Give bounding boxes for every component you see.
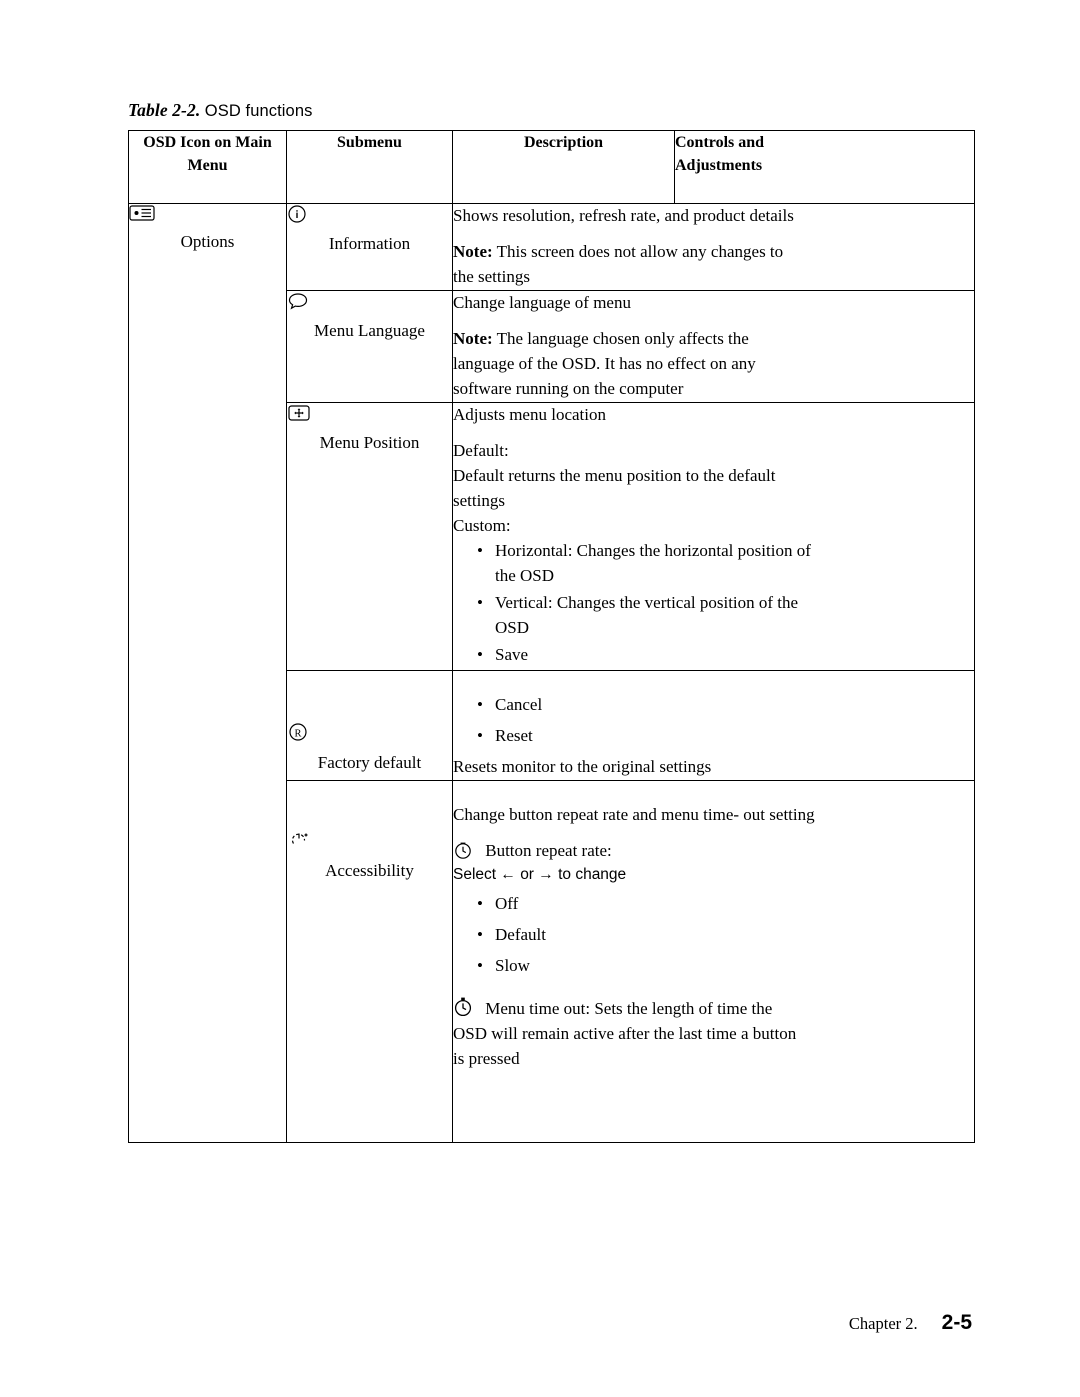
info-note-line1: Note: This screen does not allow any cha… xyxy=(453,240,974,265)
acc-timeout-line3: is pressed xyxy=(453,1049,520,1069)
submenu-accessibility-cell: Accessibility xyxy=(286,779,453,1144)
table-caption-text: OSD functions xyxy=(204,102,313,120)
acc-timeout-line1: Menu time out: Sets the length of time t… xyxy=(485,999,773,1019)
lang-note-rest: The language chosen only affects the xyxy=(492,328,749,348)
table-caption: Table 2-2. OSD functions xyxy=(128,100,312,121)
header-controls-line2: Adjustments xyxy=(675,157,763,175)
list-item: Save xyxy=(453,643,974,668)
table-caption-prefix: Table 2-2. xyxy=(128,100,201,120)
pos-bullet-2-l1: Save xyxy=(495,644,529,664)
main-menu-options-cell: Options xyxy=(128,202,287,1144)
submenu-menu-position-label: Menu Position xyxy=(319,432,420,452)
pos-bullet-1-l2: OSD xyxy=(495,617,530,637)
page-footer: Chapter 2. 2-5 xyxy=(849,1311,972,1335)
header-osd-icon-line2: Menu xyxy=(187,157,228,175)
acc-desc-line1: Change button repeat rate and menu time-… xyxy=(453,804,815,824)
main-menu-options-label: Options xyxy=(180,232,235,251)
acc-repeat-row: Button repeat rate: xyxy=(453,839,974,864)
table-header-row: OSD Icon on Main Menu Submenu Descriptio… xyxy=(128,130,975,204)
pos-default-label: Default: xyxy=(453,440,509,460)
submenu-factory-default-cell: R Factory default xyxy=(286,669,453,781)
pos-bullet-1-l1: Vertical: Changes the vertical position … xyxy=(495,592,799,612)
lang-note-line1: Note: The language chosen only affects t… xyxy=(453,327,974,352)
lang-note-line2: language of the OSD. It has no effect on… xyxy=(453,353,756,373)
acc-timeout-row: Menu time out: Sets the length of time t… xyxy=(453,996,974,1022)
acc-repeat-label: Button repeat rate: xyxy=(485,840,612,860)
stopwatch-icon xyxy=(453,996,473,1018)
lang-note-line3: software running on the computer xyxy=(453,378,684,398)
acc-timeout-line2: OSD will remain active after the last ti… xyxy=(453,1024,797,1044)
lang-note-bold: Note: xyxy=(453,328,493,348)
pos-bullet-list: Horizontal: Changes the horizontal posit… xyxy=(453,539,974,668)
list-item: Horizontal: Changes the horizontal posit… xyxy=(453,539,974,589)
footer-chapter: Chapter 2. xyxy=(848,1314,918,1333)
header-submenu: Submenu xyxy=(286,130,453,204)
list-item: Slow xyxy=(453,954,974,979)
list-item: Cancel xyxy=(453,693,974,718)
table-row: Options Information Shows resolution, re… xyxy=(128,202,975,1144)
submenu-menu-language-label: Menu Language xyxy=(314,320,425,340)
info-note-bold: Note: xyxy=(453,241,493,261)
submenu-information-label: Information xyxy=(328,234,411,253)
description-information: Shows resolution, refresh rate, and prod… xyxy=(452,203,975,291)
options-icon xyxy=(129,204,286,222)
factory-desc-line: Resets monitor to the original settings xyxy=(453,756,712,776)
accessibility-icon xyxy=(287,829,452,851)
pos-bullet-0-l1: Horizontal: Changes the horizontal posit… xyxy=(495,540,811,560)
footer-page-number: 2-5 xyxy=(941,1311,972,1334)
description-factory-default: Cancel Reset Resets monitor to the origi… xyxy=(452,669,975,781)
acc-repeat-select: Select ← or → to change xyxy=(453,865,627,883)
description-accessibility: Change button repeat rate and menu time-… xyxy=(452,779,975,1144)
pos-desc-line1: Adjusts menu location xyxy=(453,404,606,424)
submenu-accessibility-label: Accessibility xyxy=(325,860,414,880)
info-desc-line1: Shows resolution, refresh rate, and prod… xyxy=(453,206,794,225)
acc-bullet-list: Off Default Slow xyxy=(453,892,974,979)
lang-desc-line1: Change language of menu xyxy=(453,292,631,312)
description-menu-language: Change language of menu Note: The langua… xyxy=(452,289,975,403)
factory-bullet-list: Cancel Reset xyxy=(453,693,974,749)
information-icon xyxy=(287,204,452,224)
speech-bubble-icon xyxy=(287,291,452,311)
header-controls-line1: Controls and xyxy=(675,134,765,151)
pos-custom-label: Custom: xyxy=(453,515,511,535)
list-item: Off xyxy=(453,892,974,917)
submenu-menu-language-cell: Menu Language xyxy=(286,289,453,403)
clock-icon xyxy=(453,840,473,860)
info-note-line2: the settings xyxy=(453,266,530,286)
list-item: Default xyxy=(453,923,974,948)
pos-bullet-0-l2: the OSD xyxy=(495,565,555,585)
submenu-information-cell: Information xyxy=(286,203,453,291)
header-osd-icon-line1: OSD Icon on Main xyxy=(143,134,272,151)
pos-default-line2: settings xyxy=(453,490,505,510)
svg-text:R: R xyxy=(294,728,301,739)
header-osd-icon-main-menu: OSD Icon on Main Menu xyxy=(128,130,287,204)
page: Table 2-2. OSD functions OSD Icon on Mai… xyxy=(0,0,1080,1397)
list-item: Vertical: Changes the vertical position … xyxy=(453,591,974,641)
submenu-factory-default-label: Factory default xyxy=(317,752,422,772)
submenu-menu-position-cell: Menu Position xyxy=(286,401,453,671)
factory-default-icon: R xyxy=(287,721,452,743)
pos-default-line1: Default returns the menu position to the… xyxy=(453,465,776,485)
description-menu-position: Adjusts menu location Default: Default r… xyxy=(452,401,975,671)
osd-functions-table: OSD Icon on Main Menu Submenu Descriptio… xyxy=(128,130,975,1144)
list-item: Reset xyxy=(453,724,974,749)
header-description: Description xyxy=(452,130,675,204)
header-controls-adjustments: Controls and Adjustments xyxy=(674,130,975,204)
info-note-rest: This screen does not allow any changes t… xyxy=(492,241,784,261)
menu-position-icon xyxy=(287,403,452,423)
